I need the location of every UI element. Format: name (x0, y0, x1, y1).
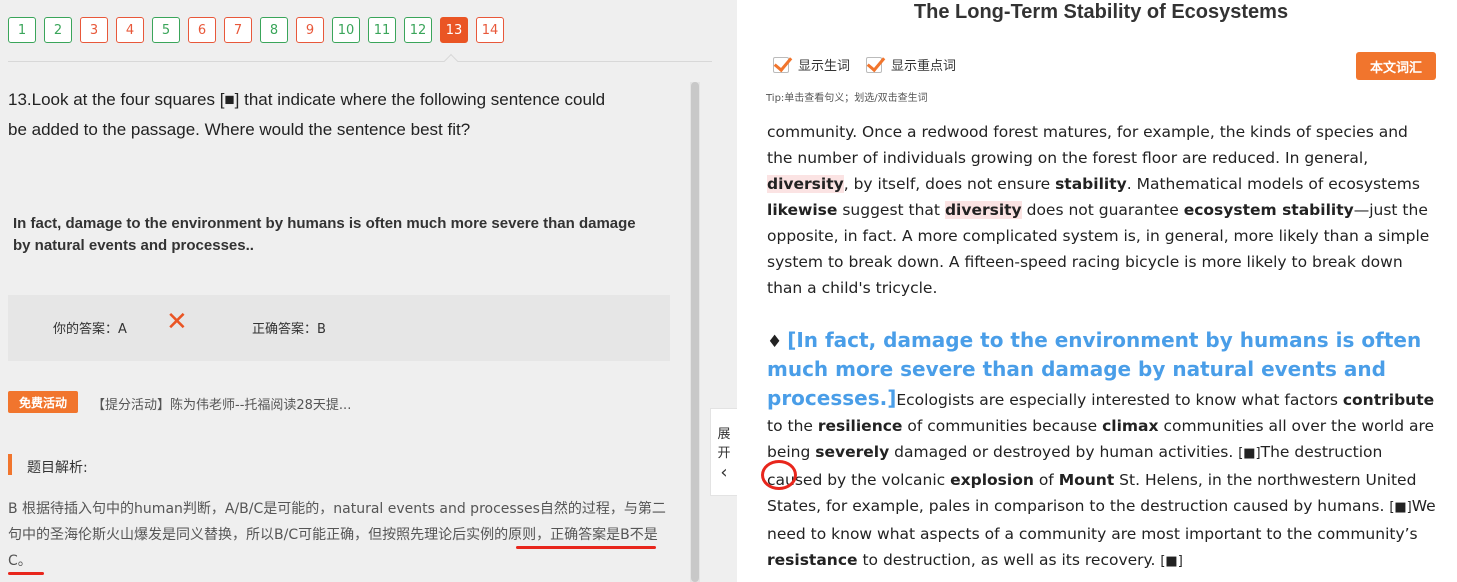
chevron-left-icon: ‹ (720, 462, 728, 483)
expand-label: 展 (717, 427, 731, 442)
expand-toggle[interactable]: 展 开 ‹ (710, 408, 737, 496)
question-number-button[interactable]: 12 (404, 17, 432, 43)
section-accent-bar (8, 454, 12, 475)
wrong-icon: ✕ (166, 307, 188, 337)
question-number-button[interactable]: 10 (332, 17, 360, 43)
question-nav: 1 2 3 4 5 6 7 8 9 10 11 12 13 14 (8, 17, 512, 43)
question-number-button[interactable]: 9 (296, 17, 324, 43)
underline-annotation (8, 572, 44, 575)
promo-link[interactable]: 【提分活动】陈为伟老师--托福阅读28天提... (92, 394, 351, 413)
correct-answer: 正确答案：B (252, 322, 326, 337)
paragraph[interactable]: ♦ [In fact, damage to the environment by… (767, 326, 1437, 575)
show-key-words-checkbox[interactable]: 显示重点词 (866, 55, 956, 74)
question-number-button[interactable]: 3 (80, 17, 108, 43)
underline-annotation (516, 546, 656, 549)
free-activity-badge[interactable]: 免费活动 (8, 391, 78, 413)
question-number-button[interactable]: 8 (260, 17, 288, 43)
scrollbar-thumb[interactable] (691, 82, 699, 582)
question-number-button[interactable]: 4 (116, 17, 144, 43)
answer-box: 你的答案：A ✕ 正确答案：B (8, 295, 670, 361)
analysis-body: B 根据待插入句中的human判断，A/B/C是可能的，natural even… (8, 501, 666, 569)
question-number-button[interactable]: 11 (368, 17, 396, 43)
passage-panel: The Long-Term Stability of Ecosystems 显示… (737, 0, 1457, 582)
question-number-button[interactable]: 7 (224, 17, 252, 43)
question-number-button[interactable]: 1 (8, 17, 36, 43)
circle-annotation (761, 460, 797, 490)
insert-sentence: In fact, damage to the environment by hu… (13, 215, 636, 254)
vocabulary-button[interactable]: 本文词汇 (1356, 52, 1436, 80)
expand-label: 开 (717, 446, 731, 461)
current-question-pointer (443, 53, 459, 69)
question-text: 13.Look at the four squares [■] that ind… (8, 90, 606, 139)
question-panel: 1 2 3 4 5 6 7 8 9 10 11 12 13 14 13.Look at the four … (0, 0, 737, 582)
show-new-words-checkbox[interactable]: 显示生词 (773, 55, 850, 74)
question-number-button[interactable]: 13 (440, 17, 468, 43)
analysis-title: 题目解析: (27, 460, 88, 476)
checkbox-label: 显示生词 (798, 59, 851, 74)
checkbox-checked-icon (773, 56, 789, 73)
paragraph[interactable]: community. Once a redwood forest matures… (767, 119, 1437, 301)
question-number-button[interactable]: 14 (476, 17, 504, 43)
question-number-button[interactable]: 5 (152, 17, 180, 43)
question-number-button[interactable]: 6 (188, 17, 216, 43)
checkbox-checked-icon (866, 56, 882, 73)
passage-body: community. Once a redwood forest matures… (767, 119, 1437, 575)
your-answer: 你的答案：A (53, 322, 127, 337)
divider (8, 61, 712, 62)
checkbox-label: 显示重点词 (891, 59, 957, 74)
tip-text: Tip:单击查看句义；划选/双击查生词 (766, 93, 928, 104)
question-number-button[interactable]: 2 (44, 17, 72, 43)
passage-title: The Long-Term Stability of Ecosystems (913, 1, 1289, 23)
